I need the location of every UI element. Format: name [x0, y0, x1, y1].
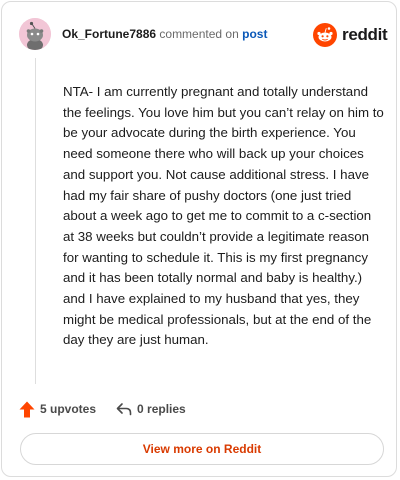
reply-button[interactable]: 0 replies [116, 402, 186, 416]
comment-body: NTA- I am currently pregnant and totally… [63, 84, 384, 348]
upvote-count: 5 upvotes [40, 402, 97, 416]
post-link[interactable]: post [242, 27, 267, 41]
thread-line [35, 58, 36, 384]
comment-header: Ok_Fortune7886 commented on post [62, 27, 267, 42]
reddit-logo-icon [313, 23, 337, 47]
author-name[interactable]: Ok_Fortune7886 [62, 27, 156, 41]
brand-name: reddit [342, 25, 388, 44]
upvote-arrow-icon [19, 401, 35, 417]
avatar[interactable] [19, 18, 51, 50]
reply-icon [116, 403, 132, 416]
upvote-button[interactable]: 5 upvotes [19, 401, 96, 418]
reddit-brand[interactable]: reddit [313, 22, 388, 48]
snoo-avatar-icon [19, 18, 51, 50]
reply-count: 0 replies [137, 402, 186, 416]
view-more-label: View more on Reddit [142, 442, 262, 456]
comment-card: Ok_Fortune7886 commented on post reddit … [1, 1, 397, 477]
view-more-button[interactable]: View more on Reddit [20, 433, 384, 465]
action-text: commented on [159, 27, 239, 41]
comment-actions: 5 upvotes 0 replies [19, 400, 186, 418]
